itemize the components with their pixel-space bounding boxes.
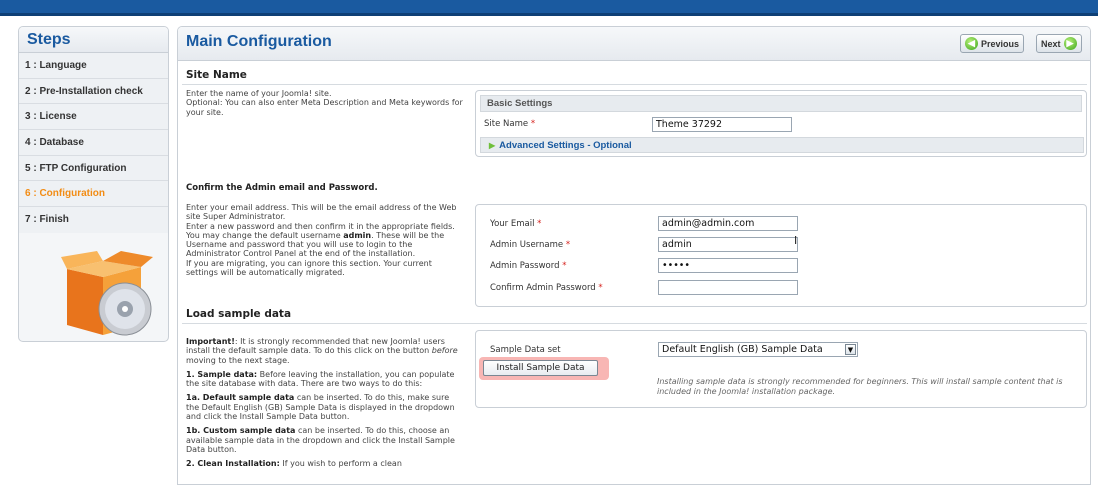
- installer-box-illustration: [61, 251, 153, 336]
- important-end: moving to the next stage.: [186, 355, 290, 365]
- text-cursor-icon: I: [794, 234, 798, 247]
- step-pre-installation-check[interactable]: 2 : Pre-Installation check: [19, 78, 168, 105]
- next-label: Next: [1041, 38, 1061, 49]
- previous-button[interactable]: ◀ Previous: [960, 34, 1025, 53]
- divider: [182, 323, 1087, 324]
- sample-step-2-title: 2. Clean Installation:: [186, 459, 280, 469]
- install-sample-data-highlight: Install Sample Data: [479, 357, 609, 380]
- sidebar-title: Steps: [19, 27, 168, 53]
- sample-data-set-label: Sample Data set: [490, 345, 561, 355]
- advanced-settings-toggle[interactable]: ▶ Advanced Settings - Optional: [480, 137, 1084, 153]
- arrow-left-icon: ◀: [965, 37, 978, 50]
- advanced-settings-label: Advanced Settings - Optional: [499, 140, 632, 151]
- basic-settings-title: Basic Settings: [480, 95, 1082, 112]
- email-label: Your Email *: [490, 219, 542, 229]
- steps-sidebar: Steps 1 : Language 2 : Pre-Installation …: [18, 26, 169, 342]
- site-name-input[interactable]: Theme 37292: [652, 117, 792, 132]
- admin-desc-a: Enter your email address. This will be t…: [186, 203, 457, 222]
- main-configuration-panel: Main Configuration ◀ Previous Next ▶ Sit…: [177, 26, 1091, 485]
- next-button[interactable]: Next ▶: [1036, 34, 1082, 53]
- top-banner: [0, 0, 1098, 16]
- admin-desc-d: If you are migrating, you can ignore thi…: [186, 258, 432, 278]
- site-name-desc-line2: Optional: You can also enter Meta Descri…: [186, 98, 463, 117]
- admin-username-label: Admin Username *: [490, 240, 571, 250]
- sample-data-selected-value: Default English (GB) Sample Data: [662, 344, 823, 355]
- install-sample-data-button[interactable]: Install Sample Data: [483, 360, 598, 376]
- admin-fieldset: Your Email * admin@admin.com Admin Usern…: [475, 204, 1087, 307]
- step-ftp-configuration[interactable]: 5 : FTP Configuration: [19, 155, 168, 182]
- admin-description: Enter your email address. This will be t…: [186, 203, 464, 277]
- sample-data-note: Installing sample data is strongly recom…: [657, 377, 1063, 396]
- confirm-password-label: Confirm Admin Password *: [490, 283, 603, 293]
- admin-password-label: Admin Password *: [490, 261, 567, 271]
- expand-arrow-icon: ▶: [489, 141, 496, 150]
- site-name-description: Enter the name of your Joomla! site. Opt…: [186, 89, 464, 117]
- chevron-down-icon: ▼: [845, 344, 856, 355]
- admin-username-field[interactable]: admin: [658, 237, 798, 252]
- site-name-heading: Site Name: [186, 69, 247, 81]
- admin-password-field[interactable]: •••••: [658, 258, 798, 273]
- important-em: before: [431, 346, 458, 356]
- panel-header: Main Configuration ◀ Previous Next ▶: [178, 27, 1090, 61]
- site-name-label: Site Name *: [484, 119, 536, 129]
- site-name-desc-line1: Enter the name of your Joomla! site.: [186, 89, 332, 98]
- step-license[interactable]: 3 : License: [19, 104, 168, 131]
- sample-step-1a-title: 1a. Default sample data: [186, 393, 295, 403]
- previous-label: Previous: [981, 38, 1020, 49]
- admin-desc-bold: admin: [343, 230, 372, 240]
- arrow-right-icon: ▶: [1063, 37, 1077, 50]
- divider: [182, 84, 1087, 85]
- confirm-password-field[interactable]: [658, 280, 798, 295]
- sample-data-description: Important!: It is strongly recommended t…: [186, 337, 464, 469]
- sample-data-select[interactable]: Default English (GB) Sample Data ▼: [658, 342, 858, 357]
- step-configuration[interactable]: 6 : Configuration: [19, 181, 168, 208]
- step-database[interactable]: 4 : Database: [19, 130, 168, 156]
- basic-settings-fieldset: Basic Settings Site Name * Theme 37292 ▶…: [475, 90, 1087, 157]
- page-title: Main Configuration: [186, 33, 332, 50]
- email-field[interactable]: admin@admin.com: [658, 216, 798, 231]
- sample-step-2-text: If you wish to perform a clean: [282, 459, 402, 469]
- sample-data-heading: Load sample data: [186, 308, 292, 320]
- admin-heading: Confirm the Admin email and Password.: [186, 183, 378, 193]
- sample-step-1b-title: 1b. Custom sample data: [186, 426, 296, 436]
- step-finish[interactable]: 7 : Finish: [19, 207, 168, 233]
- sample-step-1-title: 1. Sample data:: [186, 369, 258, 379]
- important-label: Important!: [186, 337, 235, 346]
- step-language[interactable]: 1 : Language: [19, 53, 168, 79]
